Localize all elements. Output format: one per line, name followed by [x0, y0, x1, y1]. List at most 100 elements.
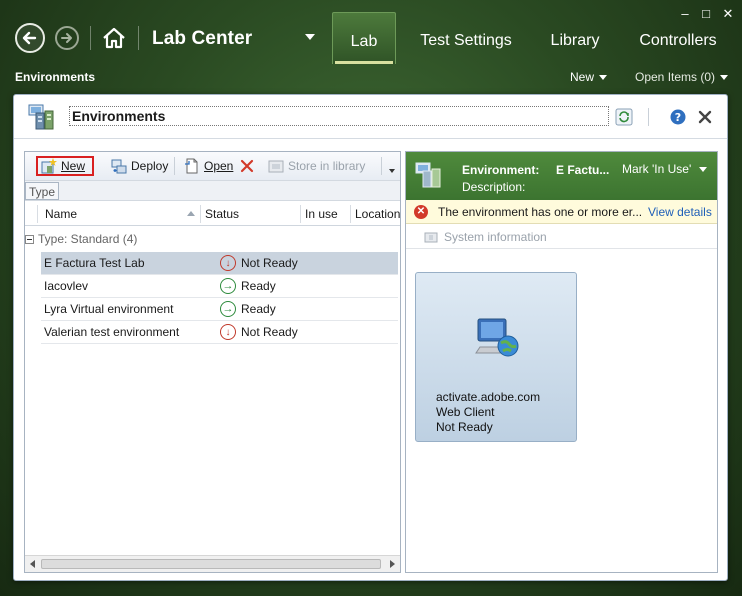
tab-library[interactable]: Library	[540, 12, 610, 64]
error-icon: ✕	[414, 205, 428, 219]
table-row[interactable]: Iacovlev → Ready	[41, 275, 398, 298]
sub-bar	[0, 64, 742, 90]
ready-icon: →	[220, 301, 236, 317]
column-in-use[interactable]: In use	[305, 207, 338, 221]
error-message: The environment has one or more er...	[438, 205, 643, 219]
forward-button[interactable]	[55, 26, 79, 50]
maximize-button[interactable]: □	[697, 6, 715, 21]
column-divider[interactable]	[350, 205, 351, 223]
mark-in-use-menu[interactable]: Mark 'In Use'	[622, 162, 708, 176]
column-name[interactable]: Name	[45, 207, 77, 221]
open-document-icon	[185, 158, 198, 174]
new-menu[interactable]: New	[570, 70, 608, 84]
panel-header: Environments ?	[14, 95, 727, 139]
environments-list-pane: New Deploy Open Store in library Type Na…	[24, 151, 401, 573]
home-icon	[103, 27, 125, 49]
tab-test-settings[interactable]: Test Settings	[410, 12, 522, 64]
environment-value: E Factu...	[556, 163, 610, 177]
environment-status: → Ready	[220, 278, 276, 294]
collapse-group-icon[interactable]	[25, 235, 34, 244]
top-bar: Lab Center Lab Test Settings Library Con…	[0, 0, 742, 64]
environment-label: Environment:	[462, 163, 540, 177]
machine-status: Not Ready	[436, 420, 493, 434]
environment-name: Lyra Virtual environment	[44, 302, 174, 316]
table-row[interactable]: Lyra Virtual environment → Ready	[41, 298, 398, 321]
scroll-right-icon[interactable]	[390, 560, 395, 568]
status-text: Not Ready	[241, 325, 298, 339]
chevron-down-icon	[720, 75, 729, 81]
description-label: Description:	[462, 180, 526, 194]
status-text: Not Ready	[241, 256, 298, 270]
horizontal-scrollbar[interactable]	[25, 555, 400, 572]
page-title: Environments	[69, 106, 609, 126]
delete-icon	[240, 159, 254, 173]
store-in-library-label: Store in library	[288, 159, 366, 173]
scrollbar-thumb[interactable]	[41, 559, 381, 569]
table-row[interactable]: E Factura Test Lab ↓ Not Ready	[41, 252, 398, 275]
close-icon[interactable]	[696, 108, 714, 126]
refresh-icon[interactable]	[615, 108, 633, 126]
machine-role: Web Client	[436, 405, 495, 419]
machine-name: activate.adobe.com	[436, 390, 541, 404]
view-details-link[interactable]: View details	[648, 205, 712, 219]
column-divider	[37, 205, 38, 223]
environment-status: ↓ Not Ready	[220, 255, 298, 271]
store-library-icon	[268, 160, 284, 173]
system-info-icon	[424, 232, 438, 243]
deploy-button-label: Deploy	[131, 159, 169, 173]
environment-icon	[415, 162, 441, 188]
divider	[381, 157, 382, 175]
column-divider[interactable]	[300, 205, 301, 223]
environment-name: Valerian test environment	[44, 325, 180, 339]
system-information-label: System information	[444, 230, 547, 244]
store-in-library-button[interactable]: Store in library	[265, 156, 368, 176]
minimize-button[interactable]: –	[676, 6, 694, 21]
environment-status: ↓ Not Ready	[220, 324, 298, 340]
app-menu-dropdown-icon[interactable]	[305, 34, 315, 40]
column-status[interactable]: Status	[205, 207, 239, 221]
toolbar-overflow-icon[interactable]	[389, 169, 395, 173]
deploy-button[interactable]: Deploy	[108, 156, 171, 176]
not-ready-icon: ↓	[220, 324, 236, 340]
environment-status: → Ready	[220, 301, 276, 317]
new-button[interactable]: New	[36, 156, 94, 176]
not-ready-icon: ↓	[220, 255, 236, 271]
column-header: Name Status In use Location	[25, 202, 400, 226]
group-header[interactable]: Type: Standard (4)	[25, 232, 137, 246]
column-divider[interactable]	[200, 205, 201, 223]
tab-lab[interactable]: Lab	[332, 12, 396, 64]
chevron-down-icon	[599, 75, 608, 81]
divider	[174, 157, 175, 175]
group-by-bar: Type	[25, 180, 400, 201]
error-banner: ✕ The environment has one or more er... …	[406, 200, 717, 224]
deploy-icon	[111, 159, 127, 174]
close-window-button[interactable]: ✕	[719, 6, 737, 22]
divider	[138, 26, 139, 50]
back-button[interactable]	[15, 23, 45, 53]
help-icon[interactable]: ?	[669, 108, 687, 126]
arrow-left-icon	[22, 31, 37, 45]
arrow-right-icon	[61, 33, 72, 43]
new-environment-icon	[41, 158, 57, 174]
open-button-label: Open	[204, 159, 234, 173]
scroll-left-icon[interactable]	[30, 560, 35, 568]
app-title: Lab Center	[152, 28, 253, 49]
delete-button[interactable]	[236, 156, 262, 176]
new-menu-label: New	[570, 70, 595, 84]
system-information-button[interactable]: System information	[406, 225, 717, 249]
breadcrumb[interactable]: Environments	[15, 70, 95, 84]
open-items-menu[interactable]: Open Items (0)	[635, 70, 729, 84]
ready-icon: →	[220, 278, 236, 294]
group-by-type-chip[interactable]: Type	[25, 182, 60, 200]
open-button[interactable]: Open	[181, 156, 236, 176]
machine-card[interactable]: activate.adobe.com Web Client Not Ready	[415, 272, 577, 442]
environment-details-pane: Environment: E Factu... Mark 'In Use' De…	[405, 151, 718, 573]
table-row[interactable]: Valerian test environment ↓ Not Ready	[41, 321, 398, 344]
column-location[interactable]: Location	[355, 207, 400, 221]
status-text: Ready	[241, 302, 276, 316]
toolbar: New Deploy Open Store in library	[25, 152, 400, 180]
chevron-down-icon	[699, 167, 708, 173]
home-button[interactable]	[100, 24, 128, 52]
svg-text:?: ?	[675, 111, 681, 124]
environments-panel: Environments ? New Deploy Open Store in …	[13, 94, 728, 581]
